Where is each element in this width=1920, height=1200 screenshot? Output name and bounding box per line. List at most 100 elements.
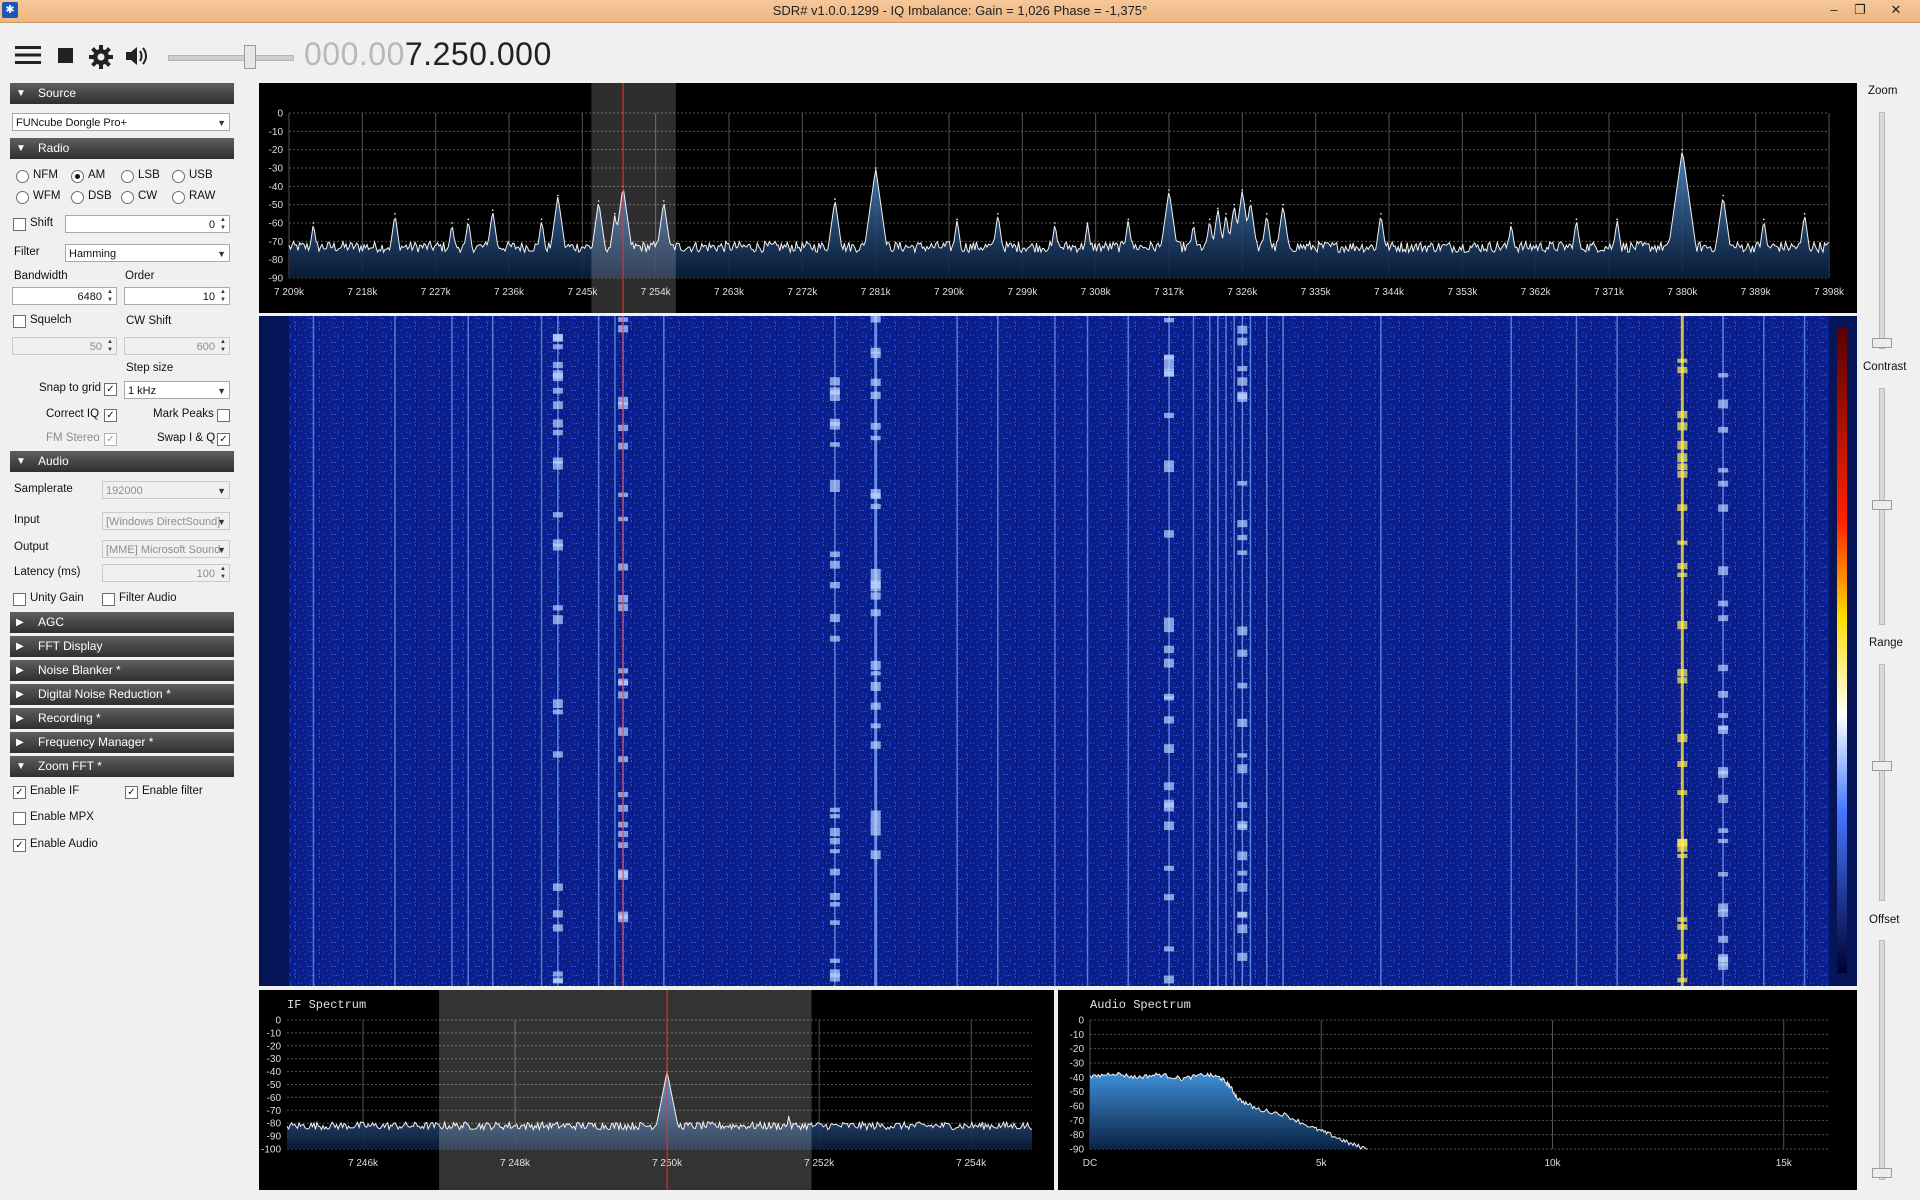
waterfall-burst — [1718, 770, 1729, 778]
waterfall-burst — [552, 344, 563, 350]
mode-radio-nfm[interactable] — [16, 170, 29, 183]
cwshift-label: CW Shift — [126, 315, 172, 327]
enable-mpx-checkbox[interactable] — [13, 812, 26, 825]
unity-gain-checkbox[interactable] — [13, 593, 26, 606]
mode-radio-usb[interactable] — [172, 170, 185, 183]
squelch-spinbox[interactable]: 50 ▲ ▼ — [12, 337, 117, 355]
contrast-slider-thumb[interactable] — [1872, 500, 1892, 510]
noise-reduction-section-header[interactable]: ▶ Digital Noise Reduction * — [10, 684, 234, 705]
minimize-button[interactable]: – — [1820, 0, 1848, 20]
audio-section-header[interactable]: ▼ Audio — [10, 451, 234, 472]
radio-section-header[interactable]: ▼ Radio — [10, 138, 234, 159]
waterfall-burst — [552, 615, 563, 625]
waterfall-burst — [829, 377, 840, 386]
enable-if-checkbox[interactable]: ✓ — [13, 786, 26, 799]
menu-icon[interactable] — [14, 44, 42, 71]
waterfall-burst — [829, 920, 840, 925]
samplerate-select[interactable]: 192000 ▼ — [102, 481, 230, 499]
filter-audio-checkbox[interactable] — [102, 593, 115, 606]
waterfall-burst — [552, 751, 563, 758]
waterfall-burst — [552, 924, 563, 932]
zoom-fft-section-header[interactable]: ▼ Zoom FFT * — [10, 756, 234, 777]
waterfall-signal — [597, 316, 600, 986]
main-spectrum-chart[interactable]: 0 -10 -20 -30 -40 -50 -60 -70 -80 -90 7 209k 7 218k… — [259, 83, 1857, 313]
x-tick-label: 7 263k — [714, 287, 745, 298]
snap-to-grid-checkbox[interactable]: ✓ — [104, 383, 117, 396]
stop-icon[interactable] — [56, 44, 76, 71]
range-slider[interactable] — [1879, 664, 1885, 901]
source-device-select[interactable]: FUNcube Dongle Pro+ ▼ — [12, 113, 230, 131]
mode-radio-cw[interactable] — [121, 191, 134, 204]
offset-slider-thumb[interactable] — [1872, 1168, 1892, 1178]
correct-iq-checkbox[interactable]: ✓ — [104, 409, 117, 422]
maximize-button[interactable]: ❐ — [1846, 0, 1874, 20]
waterfall-burst — [1677, 453, 1688, 463]
mode-radio-dsb[interactable] — [71, 191, 84, 204]
waterfall-burst — [552, 699, 563, 709]
waterfall-panel[interactable] — [259, 316, 1857, 986]
if-spectrum-chart[interactable]: 0-10 -20 -30 -40 -50 -60 -70 -80 -90 -100 7 246k 7 … — [259, 990, 1054, 1190]
gear-icon[interactable] — [88, 44, 114, 75]
volume-slider[interactable] — [168, 55, 294, 61]
noise-blanker-section-header[interactable]: ▶ Noise Blanker * — [10, 660, 234, 681]
waterfall-display[interactable] — [259, 316, 1857, 986]
mark-peaks-label: Mark Peaks — [153, 408, 214, 420]
latency-spinbox[interactable]: 100 ▲ ▼ — [102, 564, 230, 582]
audio-spectrum-title: Audio Spectrum — [1090, 998, 1191, 1012]
speaker-icon[interactable] — [124, 44, 150, 73]
mode-radio-lsb[interactable] — [121, 170, 134, 183]
main-spectrum-panel[interactable]: 0 -10 -20 -30 -40 -50 -60 -70 -80 -90 7 209k 7 218k… — [259, 83, 1857, 313]
waterfall-color-scale — [1837, 328, 1847, 973]
waterfall-burst — [552, 361, 563, 369]
recording-section-header[interactable]: ▶ Recording * — [10, 708, 234, 729]
mode-radio-wfm[interactable] — [16, 191, 29, 204]
bandwidth-spinbox[interactable]: 6480 ▲ ▼ — [12, 287, 117, 305]
spectrum-peak — [1192, 222, 1195, 224]
waterfall-burst — [1718, 954, 1729, 962]
x-tick-label: 10k — [1544, 1158, 1561, 1169]
waterfall-burst — [829, 479, 840, 486]
frequency-digits[interactable]: 7.250.000 — [405, 36, 552, 72]
enable-filter-checkbox[interactable]: ✓ — [125, 786, 138, 799]
waterfall-burst — [1677, 790, 1688, 795]
waterfall-burst — [552, 539, 563, 547]
waterfall-signal — [394, 316, 396, 986]
order-spinbox[interactable]: 10 ▲ ▼ — [124, 287, 230, 305]
range-slider-thumb[interactable] — [1872, 761, 1892, 771]
filter-select[interactable]: Hamming ▼ — [65, 244, 230, 262]
waterfall-burst — [1677, 677, 1688, 684]
waterfall-burst — [1718, 691, 1729, 698]
shift-checkbox[interactable] — [13, 218, 26, 231]
fft-display-section-header[interactable]: ▶ FFT Display — [10, 636, 234, 657]
waterfall-burst — [870, 723, 881, 729]
audio-spectrum-panel[interactable]: 0 -10 -20 -30 -40 -50 -60 -70 -80 -90 DC 5k 10k 15k A… — [1058, 990, 1857, 1190]
agc-section-header[interactable]: ▶ AGC — [10, 612, 234, 633]
mark-peaks-checkbox[interactable] — [217, 409, 230, 422]
volume-slider-thumb[interactable] — [244, 45, 256, 69]
step-size-select[interactable]: 1 kHz ▼ — [124, 381, 230, 399]
frequency-display[interactable]: 000.007.250.000 — [304, 36, 552, 73]
input-device-select[interactable]: [Windows DirectSound] ▼ — [102, 512, 230, 530]
squelch-checkbox[interactable] — [13, 315, 26, 328]
cwshift-spinbox[interactable]: 600 ▲ ▼ — [124, 337, 230, 355]
waterfall-burst — [829, 560, 840, 569]
frequency-leading-digits[interactable]: 000.00 — [304, 36, 405, 72]
source-section-header[interactable]: ▼ Source — [10, 83, 234, 104]
mode-radio-raw[interactable] — [172, 191, 185, 204]
mode-radio-am[interactable] — [71, 170, 84, 183]
if-spectrum-panel[interactable]: 0 -10 -20 -30 -40 -50 -60 -70 -80 -90 -100 7 246k 7 … — [259, 990, 1054, 1190]
enable-audio-checkbox[interactable]: ✓ — [13, 839, 26, 852]
audio-spectrum-chart[interactable]: 0 -10 -20 -30 -40 -50 -60 -70 -80 -90 DC 5k 10k 15k — [1058, 990, 1857, 1190]
waterfall-burst — [552, 883, 563, 891]
close-button[interactable]: ✕ — [1882, 0, 1910, 20]
waterfall-burst — [1164, 744, 1174, 753]
output-device-select[interactable]: [MME] Microsoft Sound ▼ — [102, 540, 230, 558]
swap-iq-checkbox[interactable]: ✓ — [217, 433, 230, 446]
zoom-slider-thumb[interactable] — [1872, 338, 1892, 348]
offset-slider[interactable] — [1879, 940, 1885, 1180]
shift-spinbox[interactable]: 0 ▲ ▼ — [65, 215, 230, 233]
frequency-manager-section-header[interactable]: ▶ Frequency Manager * — [10, 732, 234, 753]
fm-stereo-checkbox[interactable]: ✓ — [104, 433, 117, 446]
waterfall-burst — [1237, 802, 1248, 808]
zoom-slider[interactable] — [1879, 112, 1885, 349]
